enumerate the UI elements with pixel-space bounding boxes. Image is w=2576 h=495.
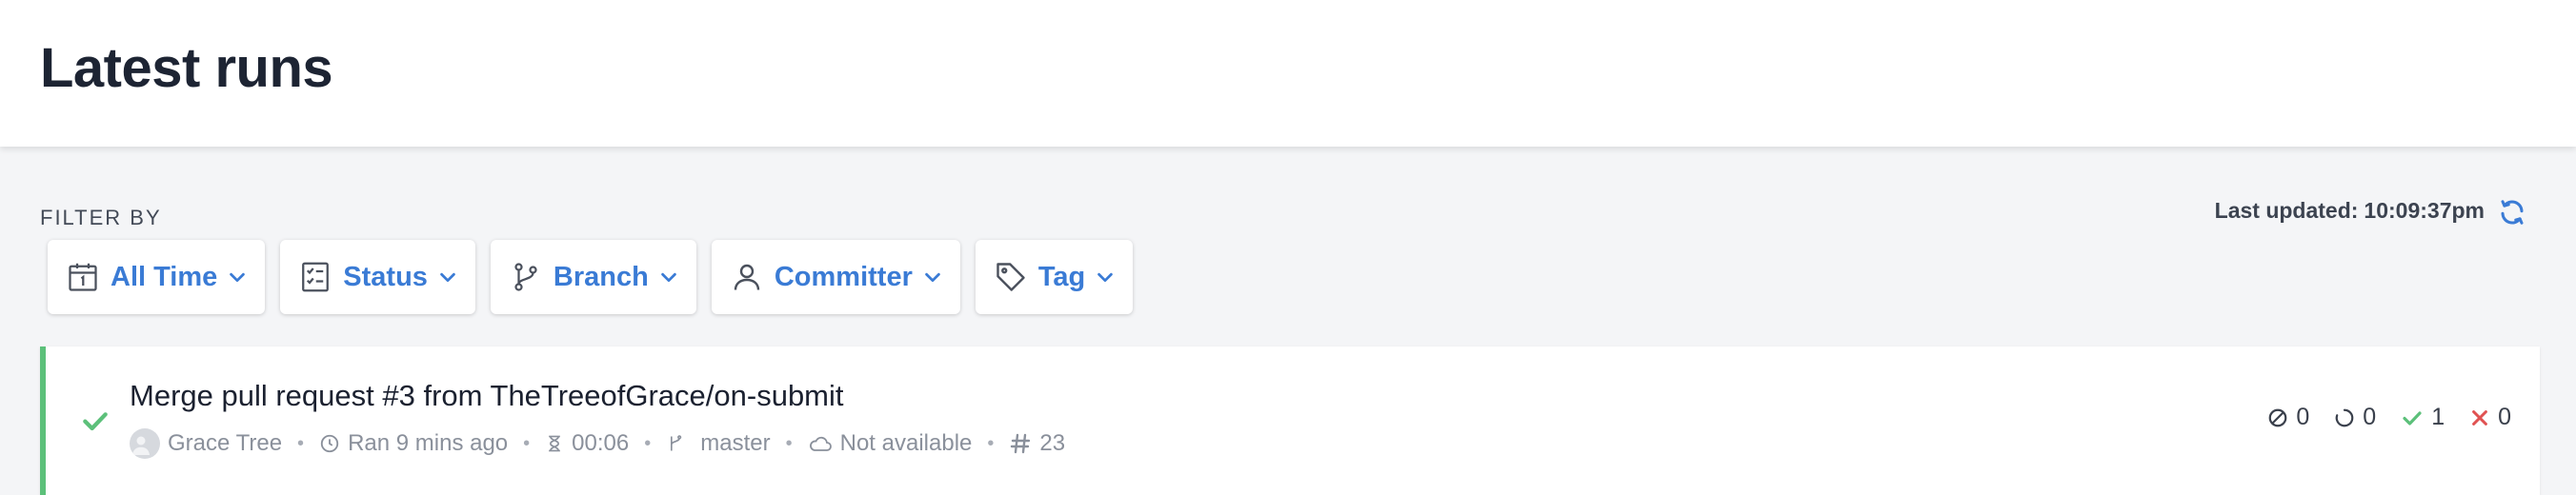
failed-count-value: 0 [2498, 404, 2511, 430]
separator-dot: • [785, 432, 793, 454]
last-updated: Last updated: 10:09:37pm [2215, 198, 2485, 224]
run-number-text: 23 [1039, 430, 1066, 456]
skipped-count: 0 [2267, 404, 2309, 431]
pending-count: 0 [2334, 404, 2376, 431]
run-number: 23 [1009, 430, 1065, 457]
run-meta: Grace Tree • Ran 9 mins ago • 00:06 • ma… [130, 428, 1065, 459]
run-author: Grace Tree [130, 428, 282, 459]
run-branch-text: master [700, 430, 771, 456]
chevron-down-icon [227, 267, 248, 287]
page-header: Latest runs [0, 0, 2576, 147]
filter-tag-button[interactable]: Tag [975, 240, 1134, 314]
separator-dot: • [297, 432, 305, 454]
filter-branch-button[interactable]: Branch [490, 240, 696, 314]
check-icon [2403, 410, 2422, 426]
run-time-ago-text: Ran 9 mins ago [348, 430, 509, 456]
run-branch: master [666, 430, 771, 457]
filter-committer-button[interactable]: Committer [711, 240, 960, 314]
pending-icon [2335, 408, 2354, 426]
skipped-count-value: 0 [2296, 404, 2310, 430]
tag-icon [993, 259, 1029, 295]
cloud-icon [809, 436, 832, 451]
run-author-name: Grace Tree [168, 430, 283, 456]
checklist-icon [297, 259, 333, 295]
separator-dot: • [987, 432, 995, 454]
hourglass-icon [549, 435, 561, 452]
run-row[interactable]: Merge pull request #3 from TheTreeofGrac… [40, 346, 2540, 495]
separator-dot: • [523, 432, 531, 454]
run-duration: 00:06 [545, 430, 629, 457]
user-icon [729, 259, 765, 295]
run-title[interactable]: Merge pull request #3 from TheTreeofGrac… [130, 379, 844, 413]
passed-count-value: 1 [2431, 404, 2445, 430]
filter-tag-label: Tag [1037, 261, 1086, 292]
run-test-counts: 0 0 1 0 [2243, 404, 2511, 431]
chevron-down-icon [922, 267, 943, 287]
chevron-down-icon [437, 267, 458, 287]
chevron-down-icon [1095, 267, 1116, 287]
last-updated-time: 10:09:37pm [2364, 198, 2485, 223]
chevron-down-icon [658, 267, 679, 287]
last-updated-label: Last updated: [2214, 198, 2359, 223]
refresh-icon[interactable] [2498, 198, 2526, 227]
calendar-icon [65, 259, 101, 295]
hash-icon [1011, 433, 1031, 454]
filter-status-button[interactable]: Status [280, 240, 475, 314]
filter-branch-label: Branch [553, 261, 649, 292]
clock-icon [320, 434, 339, 453]
filter-all-time-button[interactable]: All Time [48, 240, 266, 314]
run-ci-text: Not available [839, 430, 973, 456]
passed-count: 1 [2401, 404, 2445, 431]
filter-bar: All Time Status Branch Committer Tag [48, 240, 1134, 314]
filter-committer-label: Committer [774, 261, 913, 292]
run-ci: Not available [808, 430, 973, 457]
filter-all-time-label: All Time [111, 261, 218, 292]
branch-icon [671, 435, 682, 451]
close-icon [2472, 409, 2487, 426]
skipped-icon [2269, 408, 2287, 426]
filter-status-label: Status [343, 261, 428, 292]
avatar [130, 428, 160, 459]
run-time-ago: Ran 9 mins ago [319, 430, 508, 457]
pending-count-value: 0 [2363, 404, 2377, 430]
separator-dot: • [644, 432, 652, 454]
branch-icon [508, 259, 544, 295]
run-duration-text: 00:06 [572, 430, 630, 456]
passed-check-icon [83, 412, 108, 431]
failed-count: 0 [2469, 404, 2511, 431]
filter-by-label: FILTER BY [40, 206, 162, 229]
page-title: Latest runs [40, 37, 333, 99]
